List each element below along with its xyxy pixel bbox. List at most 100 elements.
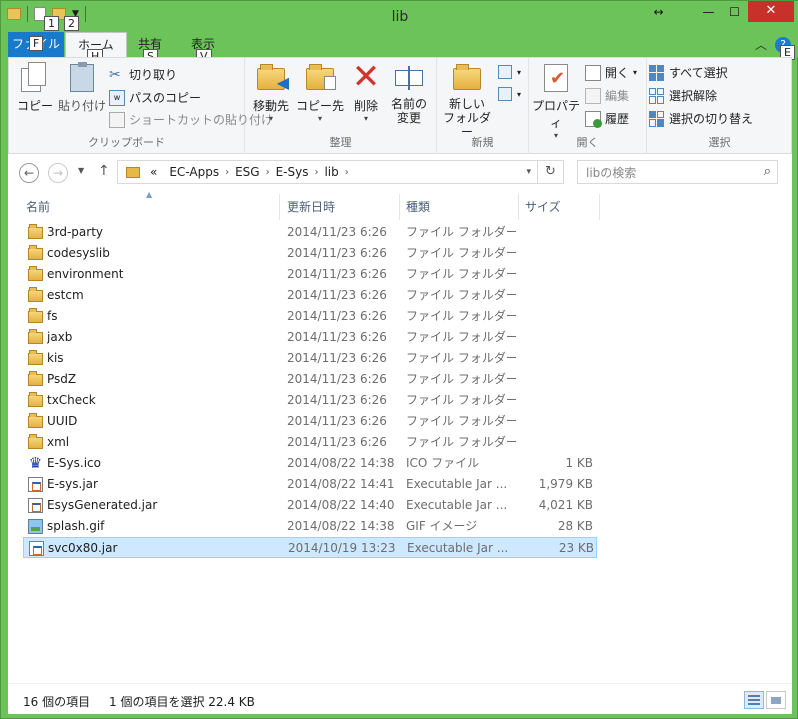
file-type: Executable Jar ... — [407, 541, 509, 555]
properties-button[interactable]: プロパティ ▾ — [531, 62, 581, 140]
file-row[interactable]: estcm 2014/11/23 6:26 ファイル フォルダー — [23, 285, 597, 306]
select-all-icon — [649, 64, 665, 81]
file-name: jaxb — [47, 330, 73, 344]
rename-button[interactable]: 名前の 変更 — [387, 62, 431, 125]
file-row[interactable]: UUID 2014/11/23 6:26 ファイル フォルダー — [23, 411, 597, 432]
edit-label: 編集 — [605, 89, 630, 103]
select-none-button[interactable]: 選択解除 — [649, 87, 717, 104]
properties-icon — [544, 64, 568, 92]
arrow-left-icon: ◀ — [276, 73, 289, 92]
copy-button[interactable]: コピー — [15, 62, 55, 114]
select-none-icon — [649, 87, 665, 104]
recent-locations-icon[interactable]: ▼ — [78, 166, 84, 175]
file-row[interactable]: E-sys.jar 2014/08/22 14:41 Executable Jar … — [23, 474, 597, 495]
new-folder-button[interactable]: 新しい フォルダー — [441, 62, 493, 139]
file-type: ファイル フォルダー — [406, 288, 516, 302]
details-view-button[interactable] — [744, 691, 764, 709]
file-type: ファイル フォルダー — [406, 414, 516, 428]
column-header-size[interactable]: サイズ — [519, 194, 600, 220]
large-icons-view-button[interactable] — [766, 691, 786, 709]
delete-button[interactable]: ✕ 削除 ▾ — [349, 60, 383, 123]
file-row[interactable]: xml 2014/11/23 6:26 ファイル フォルダー — [23, 432, 597, 453]
file-size: 23 KB — [558, 541, 594, 555]
ribbon-collapse-icon[interactable]: ︿ — [755, 36, 767, 53]
easy-access-button[interactable]: ▾ — [497, 86, 521, 102]
edit-icon — [585, 87, 601, 104]
file-type: ファイル フォルダー — [406, 267, 516, 281]
address-dropdown-icon[interactable]: ▾ — [526, 167, 531, 177]
breadcrumb-lib[interactable]: lib — [318, 165, 344, 179]
column-header-date[interactable]: 更新日時 — [281, 194, 400, 220]
file-row[interactable]: PsdZ 2014/11/23 6:26 ファイル フォルダー — [23, 369, 597, 390]
file-size: 1 KB — [565, 456, 593, 470]
file-row[interactable]: ♛ E-Sys.ico 2014/08/22 14:38 ICO ファイル 1 KB — [23, 453, 597, 474]
breadcrumb-esg[interactable]: ESG — [229, 165, 266, 179]
history-button[interactable]: 履歴 — [585, 110, 629, 128]
open-button[interactable]: 開く ▾ — [585, 64, 637, 81]
overflow-chevron[interactable]: « — [144, 165, 163, 179]
dropdown-arrow-icon: ▾ — [317, 114, 322, 123]
file-name: codesyslib — [47, 246, 110, 260]
copy-to-button[interactable]: コピー先 ▾ — [295, 62, 345, 123]
file-date: 2014/11/23 6:26 — [287, 246, 387, 260]
status-bar: 16 個の項目 1 個の項目を選択 22.4 KB — [8, 683, 792, 714]
refresh-button[interactable]: ↻ — [538, 160, 564, 184]
select-group-label: 選択 — [708, 136, 731, 149]
chevron-right-icon[interactable]: › — [345, 167, 349, 178]
minimize-button[interactable]: — — [695, 1, 722, 23]
file-date: 2014/11/23 6:26 — [287, 267, 387, 281]
search-icon[interactable]: ⌕ — [764, 164, 771, 179]
ribbon: コピー 貼り付け ✂ 切り取り w パスのコピー ショートカットの貼り付け クリ… — [8, 57, 792, 154]
file-row[interactable]: splash.gif 2014/08/22 14:38 GIF イメージ 28 KB — [23, 516, 597, 537]
file-row[interactable]: environment 2014/11/23 6:26 ファイル フォルダー — [23, 264, 597, 285]
file-row[interactable]: 3rd-party 2014/11/23 6:26 ファイル フォルダー — [23, 222, 597, 243]
invert-selection-button[interactable]: 選択の切り替え — [649, 110, 753, 127]
edit-button[interactable]: 編集 — [585, 87, 629, 104]
breadcrumb-ec-apps[interactable]: EC-Apps — [163, 165, 225, 179]
ribbon-tabs: ファイル F ホーム H 共有 S 表示 V ︿ ? E — [1, 32, 798, 64]
navigation-bar: ← → ▼ ↑ « EC-Apps › ESG › E-Sys › lib › … — [8, 154, 792, 190]
file-type: ファイル フォルダー — [406, 435, 516, 449]
close-button[interactable]: ✕ — [748, 1, 794, 22]
refresh-icon: ↻ — [545, 164, 556, 179]
file-row[interactable]: codesyslib 2014/11/23 6:26 ファイル フォルダー — [23, 243, 597, 264]
file-date: 2014/11/23 6:26 — [287, 435, 387, 449]
copy-path-button[interactable]: w パスのコピー — [109, 89, 201, 106]
document-icon — [324, 76, 336, 90]
file-row[interactable]: fs 2014/11/23 6:26 ファイル フォルダー — [23, 306, 597, 327]
new-item-button[interactable]: ▾ — [497, 64, 521, 80]
new-group-label: 新規 — [471, 136, 494, 149]
easy-access-icon — [497, 86, 513, 102]
rename-icon — [395, 66, 423, 90]
open-label: 開く — [605, 66, 630, 80]
address-bar[interactable]: « EC-Apps › ESG › E-Sys › lib › ▾ — [117, 160, 538, 184]
selection-info: 1 個の項目を選択 22.4 KB — [109, 695, 255, 709]
file-row[interactable]: txCheck 2014/11/23 6:26 ファイル フォルダー — [23, 390, 597, 411]
select-group: すべて選択 選択解除 選択の切り替え 選択 — [647, 58, 792, 154]
up-button[interactable]: ↑ — [98, 163, 110, 179]
file-row[interactable]: kis 2014/11/23 6:26 ファイル フォルダー — [23, 348, 597, 369]
select-none-label: 選択解除 — [669, 89, 718, 103]
breadcrumb-e-sys[interactable]: E-Sys — [270, 165, 315, 179]
file-date: 2014/11/23 6:26 — [287, 351, 387, 365]
maximize-button[interactable]: ☐ — [721, 1, 748, 23]
cut-button[interactable]: ✂ 切り取り — [109, 66, 177, 83]
file-name: environment — [47, 267, 124, 281]
file-row[interactable]: EsysGenerated.jar 2014/08/22 14:40 Executa… — [23, 495, 597, 516]
new-item-icon — [497, 64, 513, 80]
move-to-button[interactable]: ◀ 移動先 ▾ — [249, 62, 293, 123]
file-row[interactable]: jaxb 2014/11/23 6:26 ファイル フォルダー — [23, 327, 597, 348]
column-header-name[interactable]: 名前 — [20, 194, 280, 220]
file-row[interactable]: svc0x80.jar 2014/10/19 13:23 Executable Ja… — [23, 537, 597, 558]
file-type: ファイル フォルダー — [406, 330, 516, 344]
select-all-button[interactable]: すべて選択 — [649, 64, 728, 81]
column-header-type[interactable]: 種類 — [400, 194, 519, 220]
restore-icon[interactable]: ↔ — [645, 1, 672, 23]
back-button[interactable]: ← — [19, 163, 39, 183]
file-name: xml — [47, 435, 70, 449]
file-type: GIF イメージ — [406, 519, 478, 533]
search-input[interactable]: libの検索 ⌕ — [577, 160, 778, 184]
move-to-label: 移動先 — [252, 99, 289, 113]
forward-button[interactable]: → — [48, 163, 68, 183]
paste-button[interactable]: 貼り付け — [57, 62, 107, 114]
